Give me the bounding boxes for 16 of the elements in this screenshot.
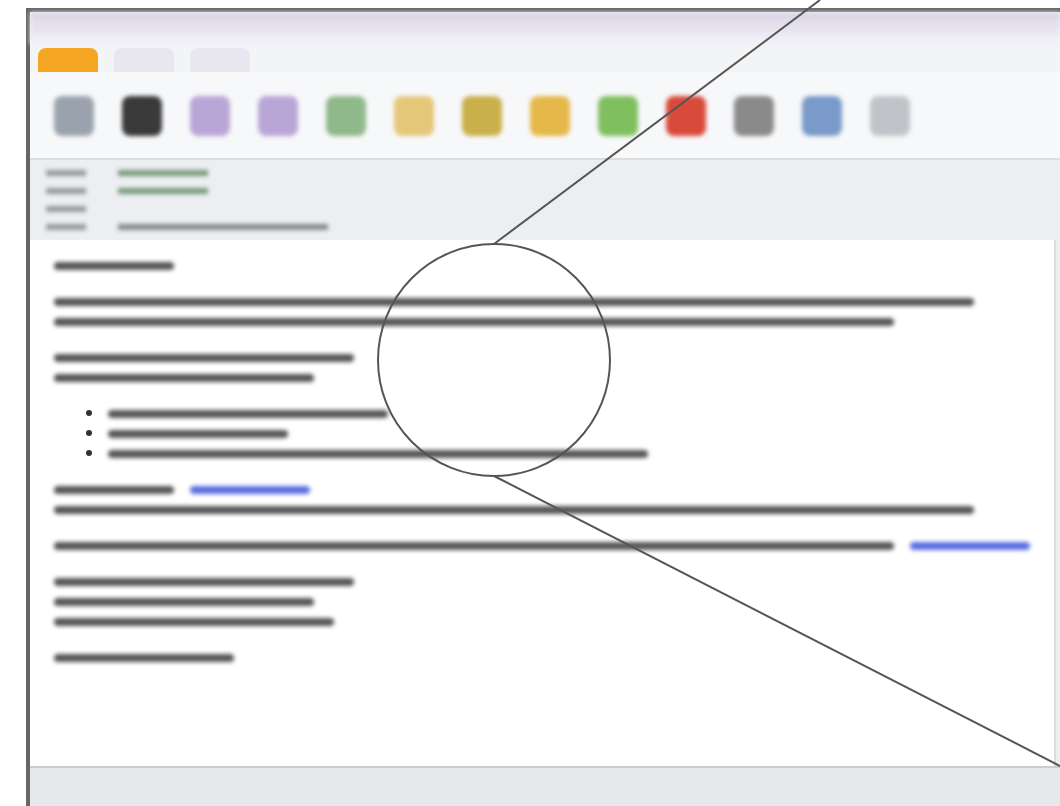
blurred-field-label	[46, 188, 86, 194]
blurred-field-label	[46, 206, 86, 212]
blurred-contact[interactable]	[118, 188, 208, 194]
blurred-text-line	[54, 485, 174, 493]
bullet-icon	[86, 450, 92, 456]
bullet-icon	[86, 430, 92, 436]
ribbon-icon[interactable]	[122, 95, 162, 135]
blurred-text-line	[54, 261, 174, 269]
blurred-link[interactable]	[190, 485, 310, 493]
blurred-link[interactable]	[910, 541, 1030, 549]
bullet-icon	[86, 410, 92, 416]
ribbon-icon[interactable]	[666, 95, 706, 135]
blurred-contact[interactable]	[118, 170, 208, 176]
blurred-field-label	[46, 170, 86, 176]
blurred-field-label	[46, 224, 86, 230]
ribbon-tab[interactable]	[38, 48, 98, 72]
